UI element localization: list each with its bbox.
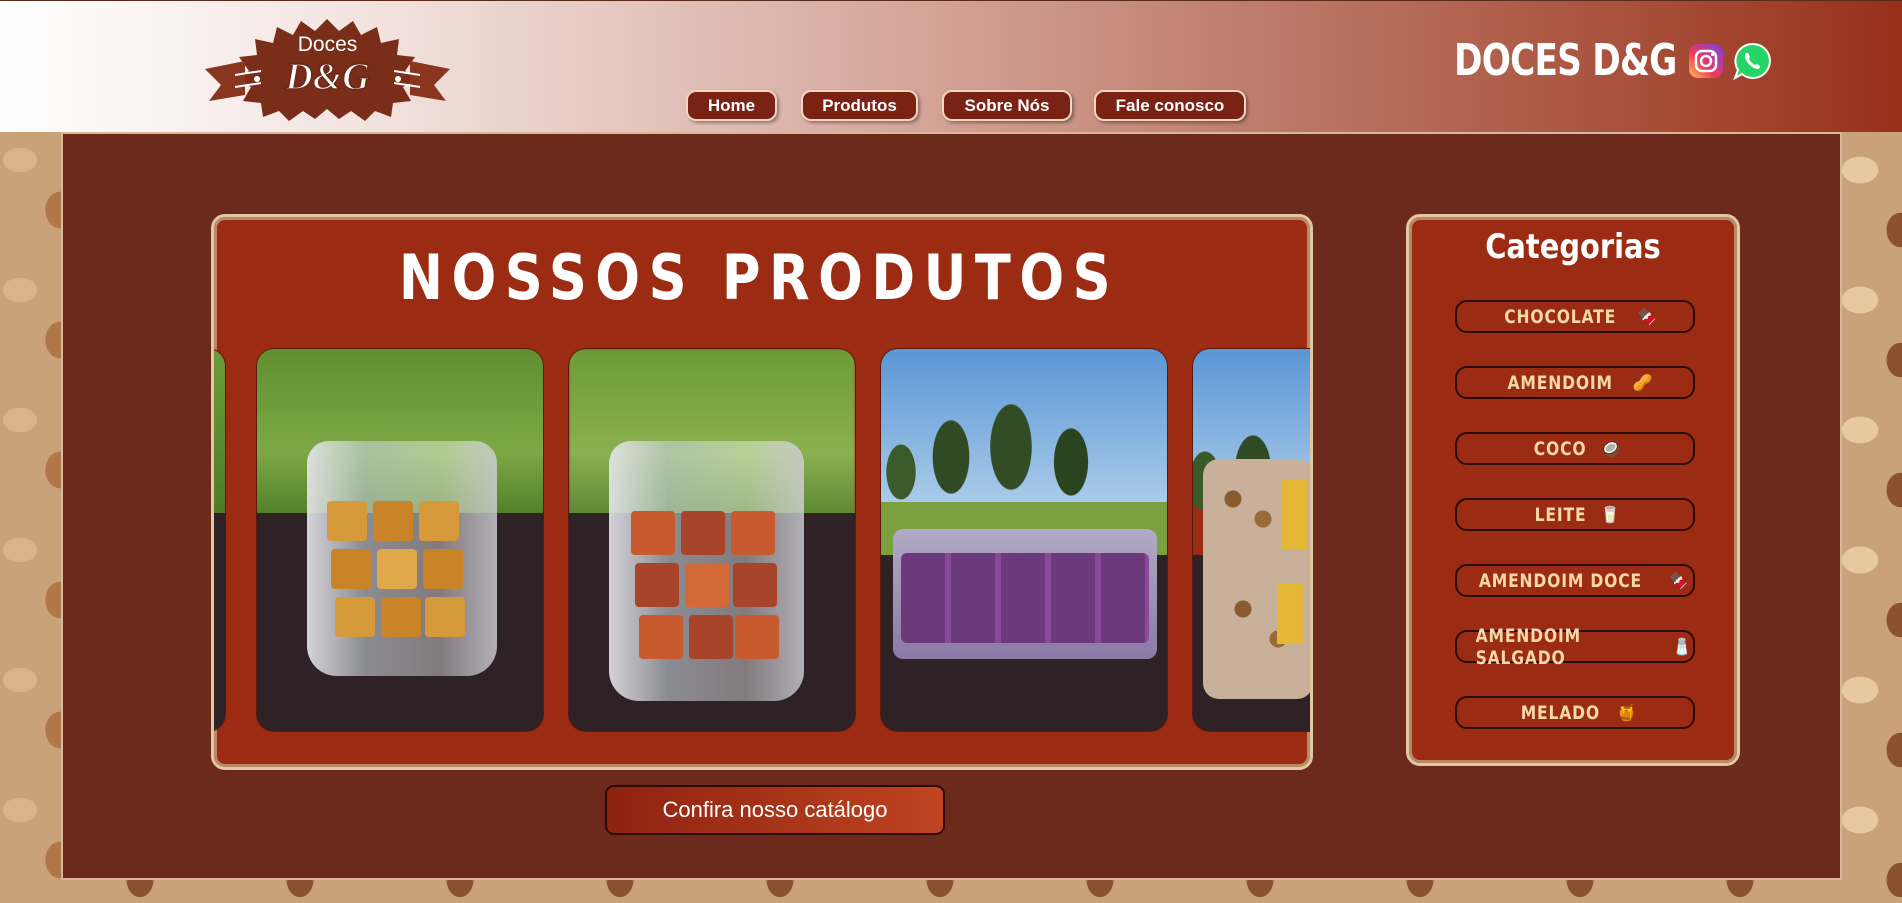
product-card[interactable] — [256, 348, 544, 732]
honey-pot-icon: 🍯 — [1616, 703, 1638, 722]
product-carousel[interactable] — [214, 348, 1310, 732]
categories-panel: Categorias CHOCOLATE 🍫 AMENDOIM 🥜 COCO 🥥… — [1406, 214, 1740, 766]
category-amendoim-doce-button[interactable]: AMENDOIM DOCE 🍫 — [1455, 564, 1695, 597]
product-card[interactable] — [880, 348, 1168, 732]
product-card[interactable] — [1192, 348, 1310, 732]
nav-fale-conosco-button[interactable]: Fale conosco — [1094, 90, 1246, 121]
category-melado-button[interactable]: MELADO 🍯 — [1455, 696, 1695, 729]
salt-icon: 🧂 — [1672, 637, 1693, 656]
category-label: MELADO — [1520, 701, 1601, 724]
nav-home-button[interactable]: Home — [686, 90, 777, 121]
category-label: AMENDOIM SALGADO — [1475, 624, 1581, 669]
coconut-icon: 🥥 — [1600, 439, 1622, 458]
milk-icon: 🥛 — [1600, 505, 1622, 524]
category-label: AMENDOIM — [1507, 371, 1614, 394]
product-card[interactable] — [214, 348, 226, 732]
whatsapp-icon[interactable] — [1733, 42, 1771, 80]
nav-produtos-button[interactable]: Produtos — [801, 90, 918, 121]
site-header: Doces D&G Home Produtos Sobre Nós Fale c… — [0, 0, 1902, 132]
category-chocolate-button[interactable]: CHOCOLATE 🍫 — [1455, 300, 1695, 333]
product-card[interactable] — [568, 348, 856, 732]
logo[interactable]: Doces D&G — [205, 17, 450, 121]
category-label: CHOCOLATE — [1504, 305, 1617, 328]
logo-text-top: Doces — [297, 33, 358, 56]
category-label: COCO — [1534, 437, 1587, 460]
logo-text-main: D&G — [285, 55, 371, 99]
category-amendoim-salgado-button[interactable]: AMENDOIM SALGADO 🧂 — [1455, 625, 1695, 669]
category-label: AMENDOIM DOCE — [1479, 569, 1643, 592]
peanut-icon: 🥜 — [1632, 373, 1654, 392]
products-title: NOSSOS PRODUTOS — [398, 241, 1120, 314]
category-leite-button[interactable]: LEITE 🥛 — [1455, 498, 1695, 531]
categories-title: Categorias — [1485, 227, 1661, 267]
chocolate-icon: 🍫 — [1636, 307, 1658, 326]
catalog-button[interactable]: Confira nosso catálogo — [605, 785, 945, 835]
nav-sobre-nos-button[interactable]: Sobre Nós — [942, 90, 1072, 121]
chocolate-icon: 🍫 — [1667, 571, 1689, 590]
products-section: NOSSOS PRODUTOS — [211, 214, 1313, 770]
category-label: LEITE — [1534, 503, 1587, 526]
main-panel: NOSSOS PRODUTOS Confira nosso catálogo C… — [61, 132, 1842, 880]
instagram-icon[interactable] — [1688, 43, 1724, 79]
brand-title: DOCES D&G — [1454, 35, 1677, 86]
category-coco-button[interactable]: COCO 🥥 — [1455, 432, 1695, 465]
category-amendoim-button[interactable]: AMENDOIM 🥜 — [1455, 366, 1695, 399]
